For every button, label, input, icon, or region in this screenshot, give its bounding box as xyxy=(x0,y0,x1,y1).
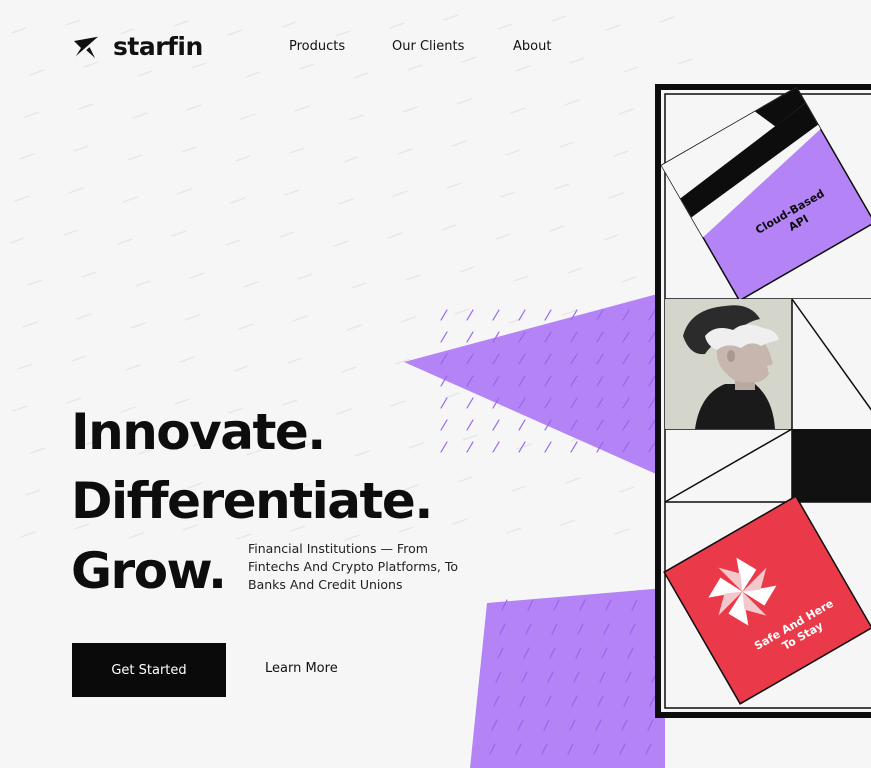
landing-page: starfin Products Our Clients About Innov… xyxy=(0,0,871,768)
feature-panel: Cloud-Based API Safe And Here To Stay xyxy=(655,84,871,718)
brand-logo[interactable]: starfin xyxy=(71,32,203,62)
nav-about[interactable]: About xyxy=(513,38,551,56)
get-started-button[interactable]: Get Started xyxy=(72,643,226,697)
hero-description: Financial Institutions — From Fintechs A… xyxy=(248,541,458,592)
star-slash-icon xyxy=(71,32,105,62)
purple-triangle xyxy=(404,292,665,478)
hero-heading-line-1: Innovate. xyxy=(71,403,326,461)
learn-more-link[interactable]: Learn More xyxy=(265,660,338,678)
portrait-image xyxy=(665,299,792,429)
nav-our-clients[interactable]: Our Clients xyxy=(392,38,464,56)
brand-name: starfin xyxy=(113,32,203,61)
purple-block xyxy=(470,588,665,768)
hero-heading-line-3: Grow. xyxy=(71,542,227,600)
nav-products[interactable]: Products xyxy=(289,38,345,56)
hero-heading-line-2: Differentiate. xyxy=(71,472,433,530)
feature-panel-graphic: Cloud-Based API Safe And Here To Stay xyxy=(660,86,871,712)
